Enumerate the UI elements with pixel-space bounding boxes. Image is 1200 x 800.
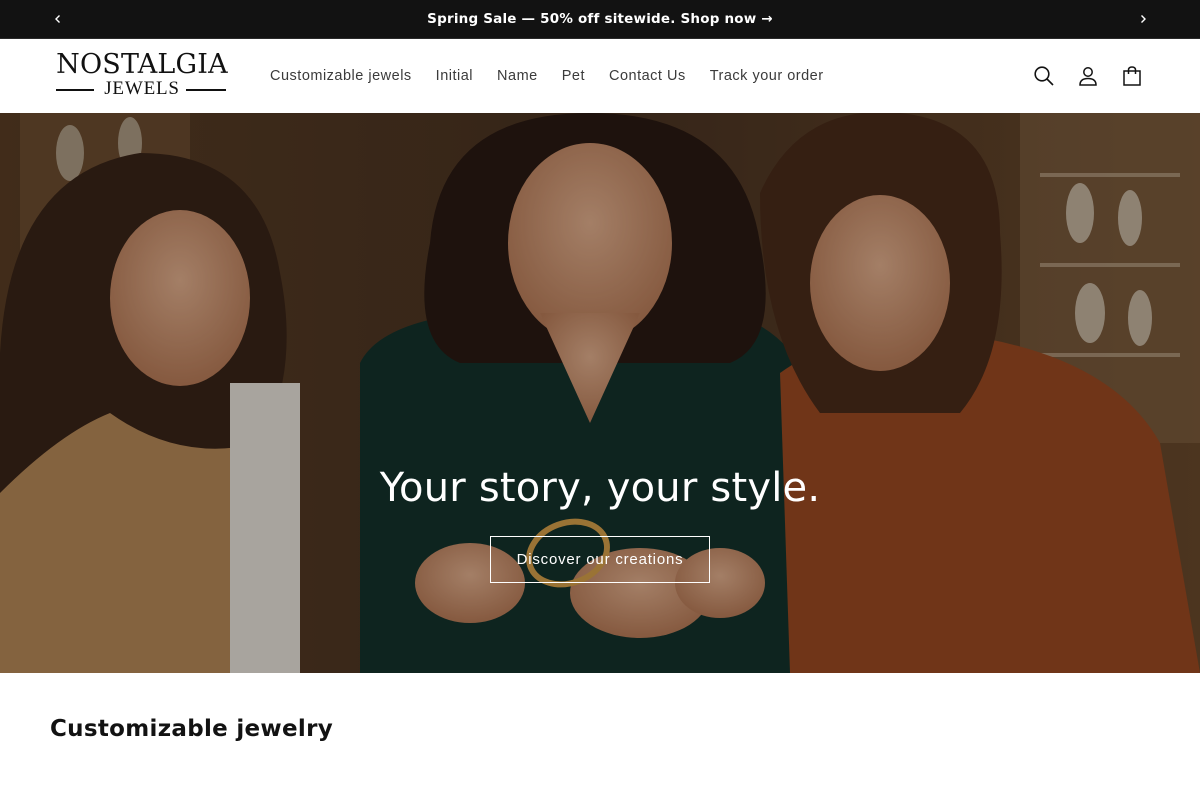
nav-initial[interactable]: Initial xyxy=(424,68,485,84)
search-icon xyxy=(1034,66,1054,86)
hero-banner: Your story, your style. Discover our cre… xyxy=(0,113,1200,673)
announcement-link[interactable]: Spring Sale — 50% off sitewide. Shop now… xyxy=(427,11,773,27)
logo[interactable]: NOSTALGIA JEWELS xyxy=(52,50,232,102)
header-icons xyxy=(1022,54,1154,98)
announcement-bar: Spring Sale — 50% off sitewide. Shop now… xyxy=(0,0,1200,39)
nav-name[interactable]: Name xyxy=(485,68,550,84)
logo-line1: NOSTALGIA xyxy=(56,49,228,80)
logo-rule-right xyxy=(186,89,226,91)
discover-creations-button[interactable]: Discover our creations xyxy=(490,536,710,583)
cart-icon xyxy=(1123,66,1141,86)
nav-contact-us[interactable]: Contact Us xyxy=(597,68,698,84)
account-icon xyxy=(1079,67,1097,86)
account-button[interactable] xyxy=(1066,54,1110,98)
nav-pet[interactable]: Pet xyxy=(550,68,597,84)
announcement-next-button[interactable] xyxy=(1125,0,1161,38)
main-nav: Customizable jewels Initial Name Pet Con… xyxy=(258,39,836,113)
hero-title: Your story, your style. xyxy=(379,465,821,511)
nav-track-order[interactable]: Track your order xyxy=(698,68,836,84)
hero-overlay xyxy=(0,113,1200,673)
chevron-right-icon xyxy=(1141,15,1146,23)
site-header: NOSTALGIA JEWELS Customizable jewels Ini… xyxy=(0,39,1200,113)
section-title: Customizable jewelry xyxy=(50,716,333,742)
nav-customizable-jewels[interactable]: Customizable jewels xyxy=(258,68,424,84)
chevron-left-icon xyxy=(55,15,60,23)
announcement-prev-button[interactable] xyxy=(40,0,76,38)
search-button[interactable] xyxy=(1022,54,1066,98)
cart-button[interactable] xyxy=(1110,54,1154,98)
